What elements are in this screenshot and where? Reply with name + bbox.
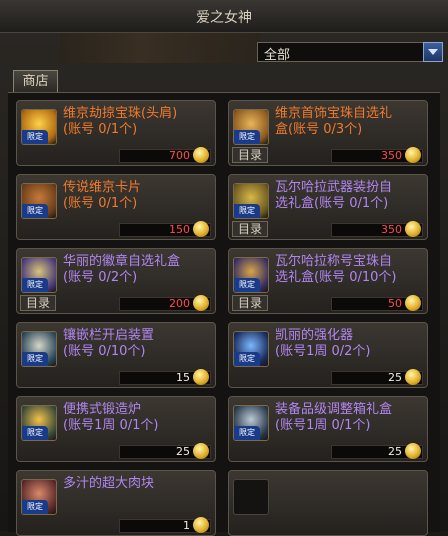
tab-shop[interactable]: 商店 — [13, 70, 58, 92]
item-price: 25 — [388, 445, 402, 458]
price-bar: 350 — [331, 147, 423, 163]
shop-window: 爱之女神 全部 商店 限定 维京劫掠宝珠(头肩) (账号 0/1个) 700 限定 维京首… — [0, 0, 448, 536]
limited-badge: 限定 — [234, 130, 260, 144]
item-price: 350 — [381, 149, 402, 162]
item-price: 25 — [388, 371, 402, 384]
item-limit: (账号 0/2个) — [63, 270, 138, 285]
item-name: 维京首饰宝珠自选礼 — [275, 106, 393, 121]
item-price: 15 — [176, 371, 190, 384]
limited-badge: 限定 — [234, 278, 260, 292]
item-limit: 选礼盒(账号 0/1个) — [275, 196, 389, 211]
catalog-button[interactable]: 目录 — [20, 295, 56, 311]
shop-item-card[interactable]: 限定 传说维京卡片 (账号 0/1个) 150 — [16, 174, 216, 240]
card-icon[interactable]: 限定 — [21, 183, 57, 219]
limited-badge: 限定 — [234, 204, 260, 218]
limited-badge: 限定 — [22, 130, 48, 144]
window-title: 爱之女神 — [196, 10, 252, 26]
item-price: 700 — [169, 149, 190, 162]
forge-icon[interactable]: 限定 — [21, 405, 57, 441]
item-limit: (账号1周 0/1个) — [63, 418, 159, 433]
socket-device-icon[interactable]: 限定 — [21, 331, 57, 367]
limited-badge: 限定 — [22, 500, 48, 514]
shop-item-card[interactable]: 限定 装备品级调整箱礼盒 (账号1周 0/1个) 25 — [228, 396, 428, 462]
title-bar[interactable]: 爱之女神 — [0, 0, 448, 33]
item-name: 华丽的徽章自选礼盒 — [63, 254, 181, 269]
item-name: 镶嵌栏开启装置 — [63, 328, 155, 343]
chest-icon[interactable]: 限定 — [233, 109, 269, 145]
price-bar: 25 — [331, 369, 423, 385]
coin-icon — [405, 295, 421, 311]
badge-icon[interactable]: 限定 — [21, 257, 57, 293]
price-bar: 700 — [119, 147, 211, 163]
dropdown-selected: 全部 — [264, 48, 291, 63]
coin-icon — [193, 369, 209, 385]
price-bar: 200 — [119, 295, 211, 311]
limited-badge: 限定 — [234, 426, 260, 440]
shop-item-card[interactable]: 限定 维京首饰宝珠自选礼 盒(账号 0/3个) 目录 350 — [228, 100, 428, 166]
limited-badge: 限定 — [22, 278, 48, 292]
item-limit: (账号1周 0/2个) — [275, 344, 371, 359]
coin-icon — [405, 221, 421, 237]
catalog-button[interactable]: 目录 — [232, 221, 268, 237]
price-bar: 150 — [119, 221, 211, 237]
item-price: 25 — [176, 445, 190, 458]
limited-badge: 限定 — [22, 204, 48, 218]
shop-item-card[interactable]: 限定 瓦尔哈拉称号宝珠自 选礼盒(账号 0/10个) 目录 50 — [228, 248, 428, 314]
empty-icon — [233, 479, 269, 515]
item-name: 传说维京卡片 — [63, 180, 142, 195]
chevron-down-icon[interactable] — [423, 42, 443, 62]
shop-item-card[interactable]: 限定 多汁的超大肉块 1 — [16, 470, 216, 536]
shop-item-card[interactable]: 限定 维京劫掠宝珠(头肩) (账号 0/1个) 700 — [16, 100, 216, 166]
title-orb-icon[interactable]: 限定 — [233, 257, 269, 293]
coin-icon — [405, 147, 421, 163]
price-bar: 25 — [119, 443, 211, 459]
item-limit: (账号 0/10个) — [63, 344, 146, 359]
item-price: 150 — [169, 223, 190, 236]
price-bar: 15 — [119, 369, 211, 385]
item-name: 维京劫掠宝珠(头肩) — [63, 106, 178, 121]
item-limit: 选礼盒(账号 0/10个) — [275, 270, 397, 285]
meat-icon[interactable]: 限定 — [21, 479, 57, 515]
enhancer-icon[interactable]: 限定 — [233, 331, 269, 367]
item-limit: (账号 0/1个) — [63, 196, 138, 211]
item-name: 多汁的超大肉块 — [63, 476, 155, 491]
weapon-box-icon[interactable]: 限定 — [233, 183, 269, 219]
price-bar: 50 — [331, 295, 423, 311]
coin-icon — [193, 147, 209, 163]
item-price: 200 — [169, 297, 190, 310]
item-limit: 盒(账号 0/3个) — [275, 122, 363, 137]
catalog-button[interactable]: 目录 — [232, 147, 268, 163]
item-name: 便携式锻造炉 — [63, 402, 142, 417]
item-limit: (账号1周 0/1个) — [275, 418, 371, 433]
category-dropdown[interactable]: 全部 — [257, 42, 443, 63]
grade-box-icon[interactable]: 限定 — [233, 405, 269, 441]
shop-item-card[interactable]: 限定 镶嵌栏开启装置 (账号 0/10个) 15 — [16, 322, 216, 388]
empty-slot — [228, 470, 428, 536]
item-price: 50 — [388, 297, 402, 310]
limited-badge: 限定 — [22, 426, 48, 440]
item-name: 瓦尔哈拉称号宝珠自 — [275, 254, 393, 269]
limited-badge: 限定 — [234, 352, 260, 366]
item-name: 瓦尔哈拉武器装扮自 — [275, 180, 393, 195]
item-price: 350 — [381, 223, 402, 236]
price-bar: 350 — [331, 221, 423, 237]
background-scene — [60, 33, 260, 63]
shop-item-card[interactable]: 限定 凯丽的强化器 (账号1周 0/2个) 25 — [228, 322, 428, 388]
item-name: 凯丽的强化器 — [275, 328, 354, 343]
price-bar: 25 — [331, 443, 423, 459]
shop-item-card[interactable]: 限定 便携式锻造炉 (账号1周 0/1个) 25 — [16, 396, 216, 462]
coin-icon — [405, 369, 421, 385]
shop-item-card[interactable]: 限定 华丽的徽章自选礼盒 (账号 0/2个) 目录 200 — [16, 248, 216, 314]
item-limit: (账号 0/1个) — [63, 122, 138, 137]
limited-badge: 限定 — [22, 352, 48, 366]
coin-icon — [193, 221, 209, 237]
item-name: 装备品级调整箱礼盒 — [275, 402, 393, 417]
catalog-button[interactable]: 目录 — [232, 295, 268, 311]
coin-icon — [405, 443, 421, 459]
coin-icon — [193, 443, 209, 459]
coin-icon — [193, 295, 209, 311]
orb-icon[interactable]: 限定 — [21, 109, 57, 145]
shop-item-card[interactable]: 限定 瓦尔哈拉武器装扮自 选礼盒(账号 0/1个) 目录 350 — [228, 174, 428, 240]
